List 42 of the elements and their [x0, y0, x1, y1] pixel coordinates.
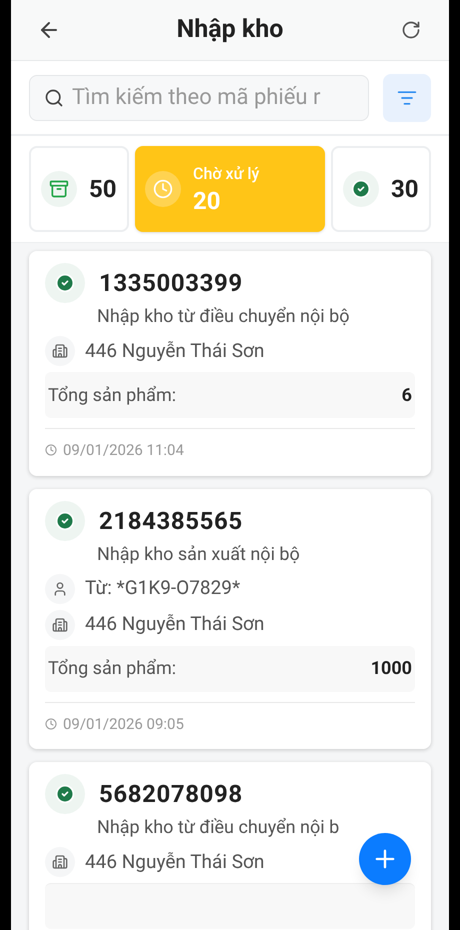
- stat-tab[interactable]: 50: [29, 146, 129, 232]
- stat-count: 50: [89, 174, 117, 204]
- stat-count: 20: [193, 186, 222, 216]
- receipt-card[interactable]: 5682078098 Nhập kho từ điều chuyển nội b 446 Nguyễn Thái Sơn: [29, 762, 431, 930]
- user-icon: [52, 580, 68, 596]
- receipt-type: Nhập kho từ điều chuyển nội bộ: [97, 305, 350, 329]
- stat-label: Chờ xử lý: [193, 163, 260, 185]
- archive-icon: [49, 179, 69, 199]
- total-label: Tổng sản phẩm:: [48, 384, 176, 408]
- receipt-code: 5682078098: [99, 779, 243, 810]
- receipt-address: 446 Nguyễn Thái Sơn: [85, 848, 264, 875]
- check-circle-icon: [55, 273, 75, 293]
- clock-icon: [45, 718, 57, 730]
- building-icon: [52, 343, 68, 359]
- check-circle-icon: [351, 179, 371, 199]
- search-field[interactable]: Tìm kiếm theo mã phiếu r: [29, 74, 369, 120]
- check-circle-icon: [55, 784, 75, 804]
- page-title: Nhập kho: [176, 14, 284, 46]
- receipt-time: 09/01/2026 09:05: [63, 714, 184, 734]
- receipt-code: 2184385565: [99, 506, 243, 536]
- building-icon: [52, 616, 68, 632]
- receipt-code: 1335003399: [99, 268, 243, 299]
- stat-tab[interactable]: 30: [331, 146, 431, 232]
- search-icon: [44, 88, 64, 108]
- receipt-time: 09/01/2026 11:04: [63, 440, 184, 461]
- check-circle-icon: [55, 510, 75, 530]
- clock-icon: [45, 444, 57, 456]
- stat-count: 30: [391, 174, 419, 204]
- clock-icon: [153, 179, 173, 199]
- total-label: Tổng sản phẩm:: [48, 657, 176, 681]
- refresh-icon: [400, 20, 421, 40]
- building-icon: [52, 854, 68, 870]
- filter-button[interactable]: [383, 74, 431, 122]
- total-value: 6: [402, 384, 412, 408]
- receipt-type: Nhập kho từ điều chuyển nội b: [97, 816, 340, 840]
- receipt-card[interactable]: 1335003399 Nhập kho từ điều chuyển nội bộ 446 Nguyễn Thái Sơn Tổng sản phẩm: 6 09/01/2026 11:04: [29, 251, 431, 476]
- total-value: 1000: [370, 657, 412, 681]
- receipt-source: Từ: *G1K9-O7829*: [85, 575, 240, 602]
- receipt-card[interactable]: 2184385565 Nhập kho sản xuất nội bộ Từ: *G1K9-O7829* 446 Nguyễn Thái Sơn Tổng sản phẩm: 1000 09/01/2026 09:05: [29, 488, 431, 749]
- receipt-type: Nhập kho sản xuất nội bộ: [97, 542, 301, 566]
- receipt-address: 446 Nguyễn Thái Sơn: [85, 611, 264, 638]
- receipt-address: 446 Nguyễn Thái Sơn: [85, 338, 264, 364]
